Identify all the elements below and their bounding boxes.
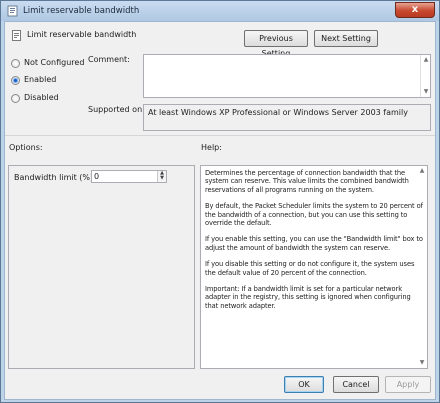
help-paragraph: Determines the percentage of connection … <box>205 169 409 194</box>
policy-setting-icon <box>12 30 21 41</box>
close-button[interactable]: x <box>395 2 435 18</box>
help-text-panel[interactable]: Determines the percentage of connection … <box>200 165 428 369</box>
help-paragraph: If you disable this setting or do not co… <box>205 260 415 277</box>
supported-on-label: Supported on: <box>88 105 145 114</box>
options-panel: Bandwidth limit (%): 0 ▲ ▼ <box>8 165 195 369</box>
comment-textarea[interactable]: ▲ ▼ <box>143 54 431 98</box>
previous-setting-button[interactable]: Previous Setting <box>244 30 308 58</box>
section-divider <box>5 135 435 136</box>
help-paragraph: If you enable this setting, you can use … <box>205 235 423 252</box>
help-scrollbar[interactable]: ▲ ▼ <box>417 166 427 368</box>
supported-on-box: At least Windows XP Professional or Wind… <box>143 104 431 131</box>
window-title: Limit reservable bandwidth <box>23 6 140 16</box>
comment-scrollbar[interactable]: ▲ ▼ <box>420 55 430 97</box>
policy-setting-icon <box>7 5 18 17</box>
radio-label: Enabled <box>24 75 57 84</box>
bandwidth-limit-label: Bandwidth limit (%): <box>14 173 96 182</box>
radio-label: Not Configured <box>24 58 85 67</box>
help-label: Help: <box>201 143 222 152</box>
radio-button[interactable] <box>11 94 20 103</box>
supported-on-value: At least Windows XP Professional or Wind… <box>148 108 408 117</box>
cancel-button[interactable]: Cancel <box>333 376 379 393</box>
close-icon: x <box>411 4 419 15</box>
help-paragraph: By default, the Packet Scheduler limits … <box>205 202 423 228</box>
scroll-down-icon[interactable]: ▼ <box>422 88 430 96</box>
spin-down-icon[interactable]: ▼ <box>158 176 166 181</box>
scroll-up-icon[interactable]: ▲ <box>422 56 430 64</box>
dialog-window: Limit reservable bandwidth x Limit reser… <box>0 0 440 403</box>
spin-buttons[interactable]: ▲ ▼ <box>157 171 166 182</box>
bandwidth-limit-value: 0 <box>94 172 100 181</box>
comment-label: Comment: <box>88 55 130 64</box>
ok-button[interactable]: OK <box>284 376 324 393</box>
options-label: Options: <box>9 143 43 152</box>
scroll-down-icon[interactable]: ▼ <box>418 359 426 367</box>
radio-button[interactable] <box>11 76 20 85</box>
radio-button[interactable] <box>11 59 20 68</box>
title-bar[interactable]: Limit reservable bandwidth x <box>1 1 439 21</box>
help-paragraph: Important: If a bandwidth limit is set f… <box>205 285 411 310</box>
bandwidth-limit-spinbox[interactable]: 0 ▲ ▼ <box>91 170 167 183</box>
apply-button[interactable]: Apply <box>385 376 431 393</box>
dialog-client-area: Limit reservable bandwidth Previous Sett… <box>4 21 436 400</box>
setting-title: Limit reservable bandwidth <box>27 30 137 39</box>
radio-label: Disabled <box>24 93 59 102</box>
next-setting-button[interactable]: Next Setting <box>314 30 378 47</box>
scroll-up-icon[interactable]: ▲ <box>418 167 426 175</box>
